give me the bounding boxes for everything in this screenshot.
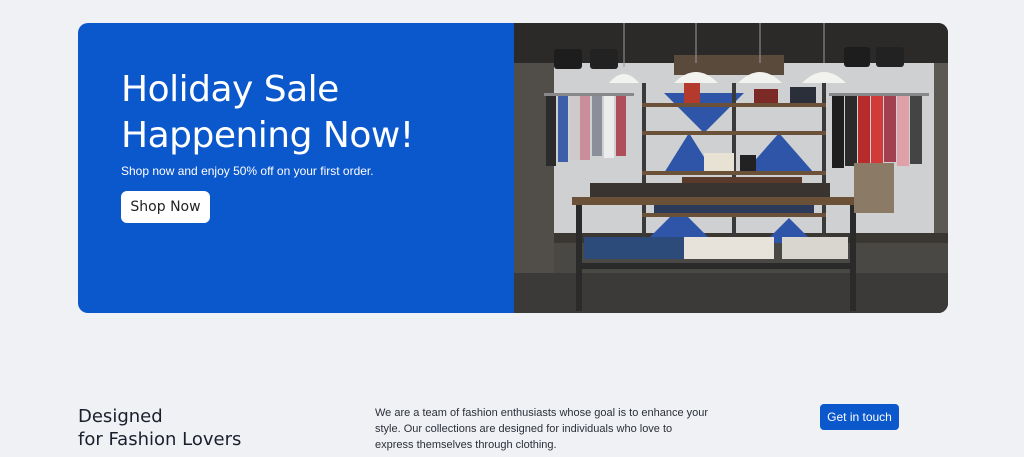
hero-text-panel: Holiday Sale Happening Now! Shop now and… [78, 23, 514, 313]
about-title-line-1: Designed [78, 406, 163, 427]
about-description: We are a team of fashion enthusiasts who… [375, 405, 735, 453]
about-title: Designed for Fashion Lovers [78, 405, 241, 451]
get-in-touch-button[interactable]: Get in touch [820, 404, 899, 430]
about-description-line-1: We are a team of fashion enthusiasts who… [375, 407, 709, 419]
hero-title-line-2: Happening Now! [121, 115, 414, 156]
about-title-line-2: for Fashion Lovers [78, 429, 242, 450]
store-interior-image [514, 23, 948, 313]
store-interior-photo-icon [514, 23, 948, 313]
about-description-line-2: style. Our collections are designed for … [375, 423, 673, 435]
hero-title: Holiday Sale Happening Now! [121, 67, 414, 159]
shop-now-button[interactable]: Shop Now [121, 191, 210, 223]
hero-title-line-1: Holiday Sale [121, 69, 339, 110]
about-section: Designed for Fashion Lovers We are a tea… [0, 395, 1024, 457]
about-description-line-3: express themselves through clothing. [375, 439, 557, 451]
hero-banner: Holiday Sale Happening Now! Shop now and… [78, 23, 948, 313]
hero-subtitle: Shop now and enjoy 50% off on your first… [121, 164, 374, 178]
